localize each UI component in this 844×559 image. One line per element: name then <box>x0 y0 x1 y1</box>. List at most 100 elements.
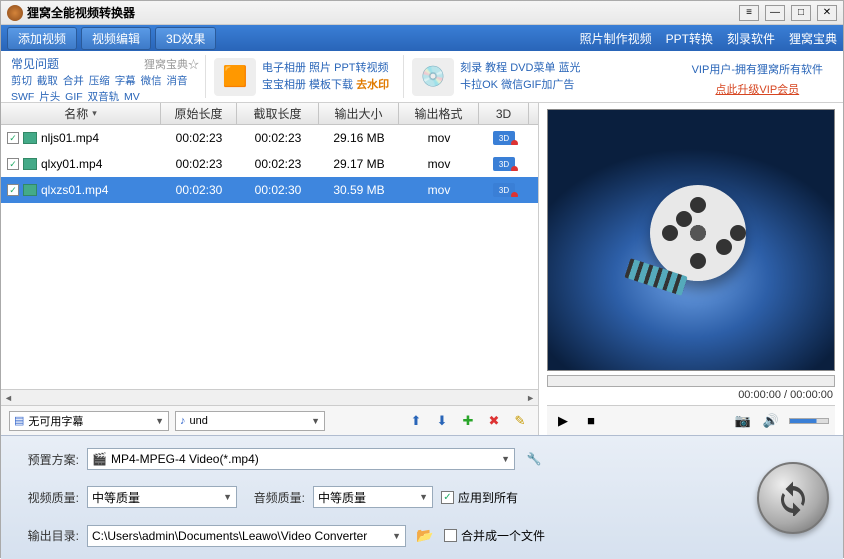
header-orig-length[interactable]: 原始长度 <box>161 103 237 124</box>
orig-length: 00:02:23 <box>161 131 237 145</box>
seek-bar[interactable] <box>547 375 835 387</box>
browse-folder-button[interactable]: 📂 <box>414 525 436 547</box>
output-size: 29.17 MB <box>319 157 399 171</box>
play-button[interactable]: ▶ <box>553 411 573 431</box>
menu-button[interactable]: ≡ <box>739 5 759 21</box>
faq-link[interactable]: SWF <box>11 91 34 103</box>
minimize-button[interactable]: — <box>765 5 785 21</box>
subtitle-dropdown[interactable]: ▤ 无可用字幕 ▼ <box>9 411 169 431</box>
sort-icon: ▾ <box>92 108 97 119</box>
main-toolbar: 添加视频 视频编辑 3D效果 照片制作视频 PPT转换 刻录软件 狸窝宝典 <box>1 25 843 51</box>
link-photo-video[interactable]: 照片制作视频 <box>580 30 652 47</box>
cut-length: 00:02:23 <box>237 157 319 171</box>
audio-track-dropdown[interactable]: ♪ und ▼ <box>175 411 325 431</box>
faq-link[interactable]: 截取 <box>37 75 58 87</box>
audio-track-value: und <box>190 415 208 427</box>
faq-star[interactable]: 狸窝宝典☆ <box>144 56 199 72</box>
faq-link[interactable]: 剪切 <box>11 75 32 87</box>
close-button[interactable]: ✕ <box>817 5 837 21</box>
remove-watermark-link[interactable]: 去水印 <box>356 79 389 91</box>
output-format: mov <box>399 131 479 145</box>
file-name: qlxzs01.mp4 <box>41 183 108 197</box>
cut-length: 00:02:23 <box>237 131 319 145</box>
merge-checkbox[interactable]: 合并成一个文件 <box>444 527 545 544</box>
file-list: ✓nljs01.mp400:02:2300:02:2329.16 MBmov3D… <box>1 125 538 389</box>
faq-link[interactable]: 字幕 <box>115 75 136 87</box>
row-checkbox[interactable]: ✓ <box>7 184 19 196</box>
stop-button[interactable]: ■ <box>581 411 601 431</box>
faq-link[interactable]: 微信 <box>141 75 162 87</box>
output-size: 29.16 MB <box>319 131 399 145</box>
volume-slider[interactable] <box>789 418 829 424</box>
faq-link[interactable]: MV <box>124 91 140 103</box>
link-ppt-convert[interactable]: PPT转换 <box>666 30 713 47</box>
move-up-button[interactable]: ⬆ <box>406 411 426 431</box>
preset-label: 预置方案: <box>15 451 79 468</box>
remove-button[interactable]: ✖ <box>484 411 504 431</box>
table-row[interactable]: ✓qlxzs01.mp400:02:3000:02:3030.59 MBmov3… <box>1 177 538 203</box>
header-cut-length[interactable]: 截取长度 <box>237 103 319 124</box>
convert-button[interactable] <box>757 462 829 534</box>
cut-length: 00:02:30 <box>237 183 319 197</box>
header-output-format[interactable]: 输出格式 <box>399 103 479 124</box>
window-title: 狸窝全能视频转换器 <box>27 4 739 21</box>
table-row[interactable]: ✓qlxy01.mp400:02:2300:02:2329.17 MBmov3D <box>1 151 538 177</box>
video-file-icon <box>23 132 37 144</box>
add-video-button[interactable]: 添加视频 <box>7 27 77 50</box>
ad1-line1[interactable]: 电子相册 照片 PPT转视频 <box>262 60 389 77</box>
faq-link[interactable]: 消音 <box>167 75 188 87</box>
snapshot-button[interactable]: 📷 <box>733 411 753 431</box>
3d-button[interactable]: 3D <box>493 183 515 197</box>
video-quality-dropdown[interactable]: 中等质量▼ <box>87 486 237 508</box>
faq-link[interactable]: 片头 <box>39 91 60 103</box>
preset-settings-button[interactable]: 🔧 <box>523 448 545 470</box>
time-display: 00:00:00 / 00:00:00 <box>547 387 835 405</box>
chevron-down-icon: ▼ <box>419 492 428 502</box>
audio-quality-label: 音频质量: <box>245 489 305 506</box>
output-dir-field[interactable]: C:\Users\admin\Documents\Leawo\Video Con… <box>87 525 406 547</box>
preset-value: MP4-MPEG-4 Video(*.mp4) <box>111 452 259 466</box>
preview-area <box>547 109 835 371</box>
row-checkbox[interactable]: ✓ <box>7 158 19 170</box>
output-format: mov <box>399 183 479 197</box>
ad2-line2[interactable]: 卡拉OK 微信GIF加广告 <box>460 77 580 94</box>
add-button[interactable]: ✚ <box>458 411 478 431</box>
faq-link[interactable]: 压缩 <box>89 75 110 87</box>
header-output-size[interactable]: 输出大小 <box>319 103 399 124</box>
app-icon <box>7 5 23 21</box>
video-edit-button[interactable]: 视频编辑 <box>81 27 151 50</box>
3d-effect-button[interactable]: 3D效果 <box>155 27 216 50</box>
orig-length: 00:02:30 <box>161 183 237 197</box>
horizontal-scrollbar[interactable] <box>1 389 538 405</box>
file-name: qlxy01.mp4 <box>41 157 102 171</box>
move-down-button[interactable]: ⬇ <box>432 411 452 431</box>
link-baodian[interactable]: 狸窝宝典 <box>789 30 837 47</box>
video-quality-label: 视频质量: <box>15 489 79 506</box>
apply-all-checkbox[interactable]: ✓ 应用到所有 <box>441 489 518 506</box>
subtitle-value: 无可用字幕 <box>28 413 83 429</box>
video-file-icon <box>23 158 37 170</box>
header-3d[interactable]: 3D <box>479 103 529 124</box>
preset-dropdown[interactable]: 🎬 MP4-MPEG-4 Video(*.mp4) ▼ <box>87 448 515 470</box>
edit-button[interactable]: ✎ <box>510 411 530 431</box>
header-name[interactable]: 名称▾ <box>1 103 161 124</box>
faq-link[interactable]: 双音轨 <box>88 91 120 103</box>
row-checkbox[interactable]: ✓ <box>7 132 19 144</box>
3d-button[interactable]: 3D <box>493 131 515 145</box>
link-burn[interactable]: 刻录软件 <box>727 30 775 47</box>
maximize-button[interactable]: □ <box>791 5 811 21</box>
chevron-down-icon: ▼ <box>155 416 164 426</box>
chevron-down-icon: ▼ <box>311 416 320 426</box>
info-strip: 常见问题 狸窝宝典☆ 剪切 截取 合并 压缩 字幕 微信 消音 SWF 片头 G… <box>1 51 843 103</box>
vip-upgrade-link[interactable]: 点此升级VIP会员 <box>692 81 823 97</box>
ad2-line1[interactable]: 刻录 教程 DVD菜单 蓝光 <box>460 60 580 77</box>
3d-button[interactable]: 3D <box>493 157 515 171</box>
output-size: 30.59 MB <box>319 183 399 197</box>
table-row[interactable]: ✓nljs01.mp400:02:2300:02:2329.16 MBmov3D <box>1 125 538 151</box>
faq-link[interactable]: GIF <box>65 91 83 103</box>
audio-quality-dropdown[interactable]: 中等质量▼ <box>313 486 433 508</box>
faq-links: 剪切 截取 合并 压缩 字幕 微信 消音 SWF 片头 GIF 双音轨 MV <box>11 74 199 106</box>
film-reel-icon <box>636 185 746 295</box>
faq-link[interactable]: 合并 <box>63 75 84 87</box>
volume-button[interactable]: 🔊 <box>761 411 781 431</box>
